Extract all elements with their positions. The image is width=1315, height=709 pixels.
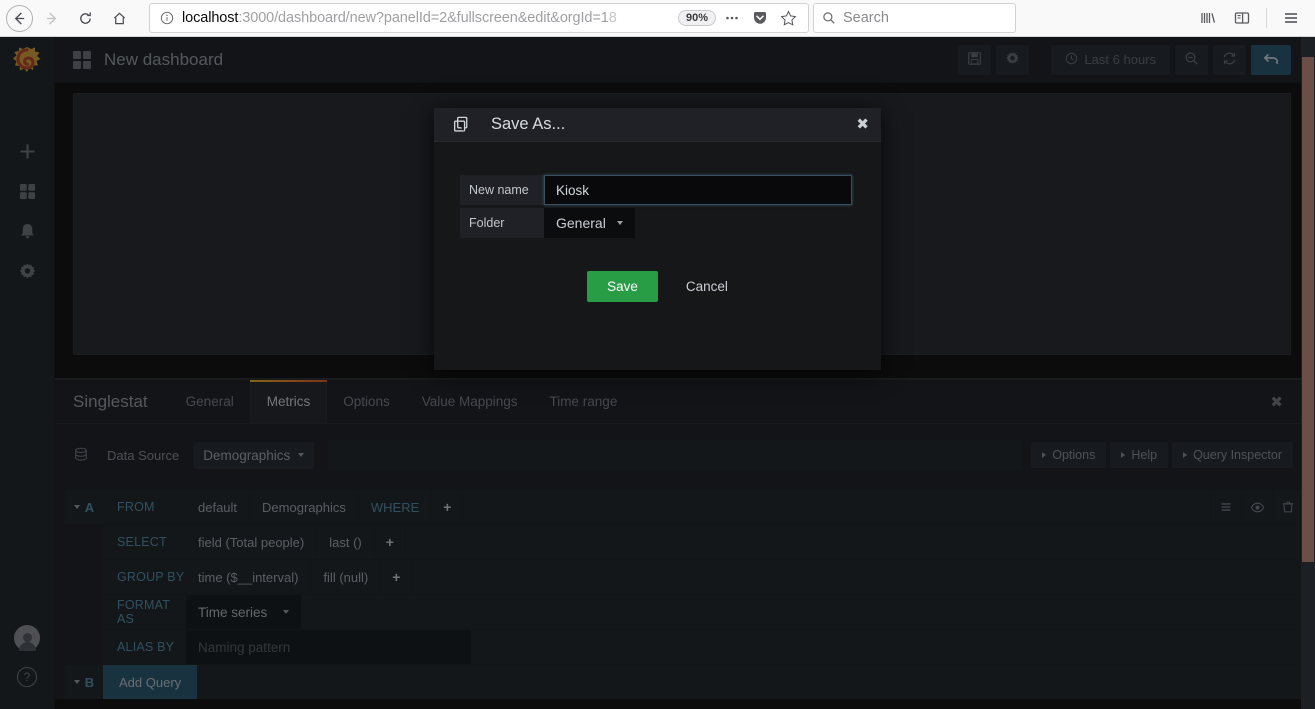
forward-arrow-icon[interactable] (35, 3, 67, 33)
scrollbar-thumb[interactable] (1302, 57, 1314, 562)
urlbar-container: localhost:3000/dashboard/new?panelId=2&f… (149, 3, 1184, 33)
pocket-icon[interactable] (746, 4, 774, 32)
browser-search-box[interactable]: Search (813, 3, 1016, 33)
close-icon[interactable]: ✖ (856, 117, 869, 132)
chevron-down-icon (616, 221, 623, 225)
info-circle-icon[interactable] (160, 11, 174, 25)
url-host: localhost (182, 10, 239, 26)
folder-label: Folder (460, 208, 544, 238)
url-tail: 8 (608, 10, 617, 26)
new-name-row: New name Kiosk (460, 175, 855, 205)
url-text: localhost:3000/dashboard/new?panelId=2&f… (182, 10, 668, 26)
hamburger-menu-icon[interactable] (1275, 3, 1307, 33)
modal-title: Save As... (491, 115, 566, 133)
browser-right-icons (1192, 3, 1315, 33)
folder-select[interactable]: General (544, 208, 635, 238)
sidebar-icon[interactable] (1226, 3, 1258, 33)
search-icon (822, 11, 836, 25)
save-button[interactable]: Save (587, 271, 658, 302)
ellipsis-icon[interactable] (718, 4, 746, 32)
modal-body: New name Kiosk Folder General Save Cance… (434, 142, 881, 302)
modal-header: Save As... ✖ (434, 108, 881, 142)
new-name-input[interactable]: Kiosk (544, 175, 852, 205)
save-as-dialog: Save As... ✖ New name Kiosk Folder Gener… (434, 108, 881, 370)
modal-actions: Save Cancel (460, 271, 855, 302)
zoom-level-badge[interactable]: 90% (677, 10, 716, 26)
new-name-label: New name (460, 175, 544, 205)
toolbar-divider (1266, 8, 1267, 28)
folder-row: Folder General (460, 208, 855, 238)
grafana-app: ? New dashboard Last 6 hours Singlestat … (0, 37, 1315, 709)
home-icon[interactable] (103, 3, 135, 33)
back-arrow-icon[interactable] (6, 4, 33, 32)
address-bar[interactable]: localhost:3000/dashboard/new?panelId=2&f… (149, 3, 809, 33)
browser-search-placeholder: Search (843, 10, 889, 26)
url-path: :3000/dashboard/new?panelId=2&fullscreen… (238, 10, 609, 26)
library-icon[interactable] (1192, 3, 1224, 33)
reload-icon[interactable] (69, 3, 101, 33)
copy-icon (452, 115, 471, 134)
star-icon[interactable] (774, 4, 802, 32)
folder-value: General (556, 215, 606, 231)
page-scrollbar[interactable] (1301, 37, 1315, 709)
browser-nav-buttons (0, 3, 135, 33)
browser-toolbar: localhost:3000/dashboard/new?panelId=2&f… (0, 0, 1315, 37)
cancel-button[interactable]: Cancel (686, 279, 728, 294)
